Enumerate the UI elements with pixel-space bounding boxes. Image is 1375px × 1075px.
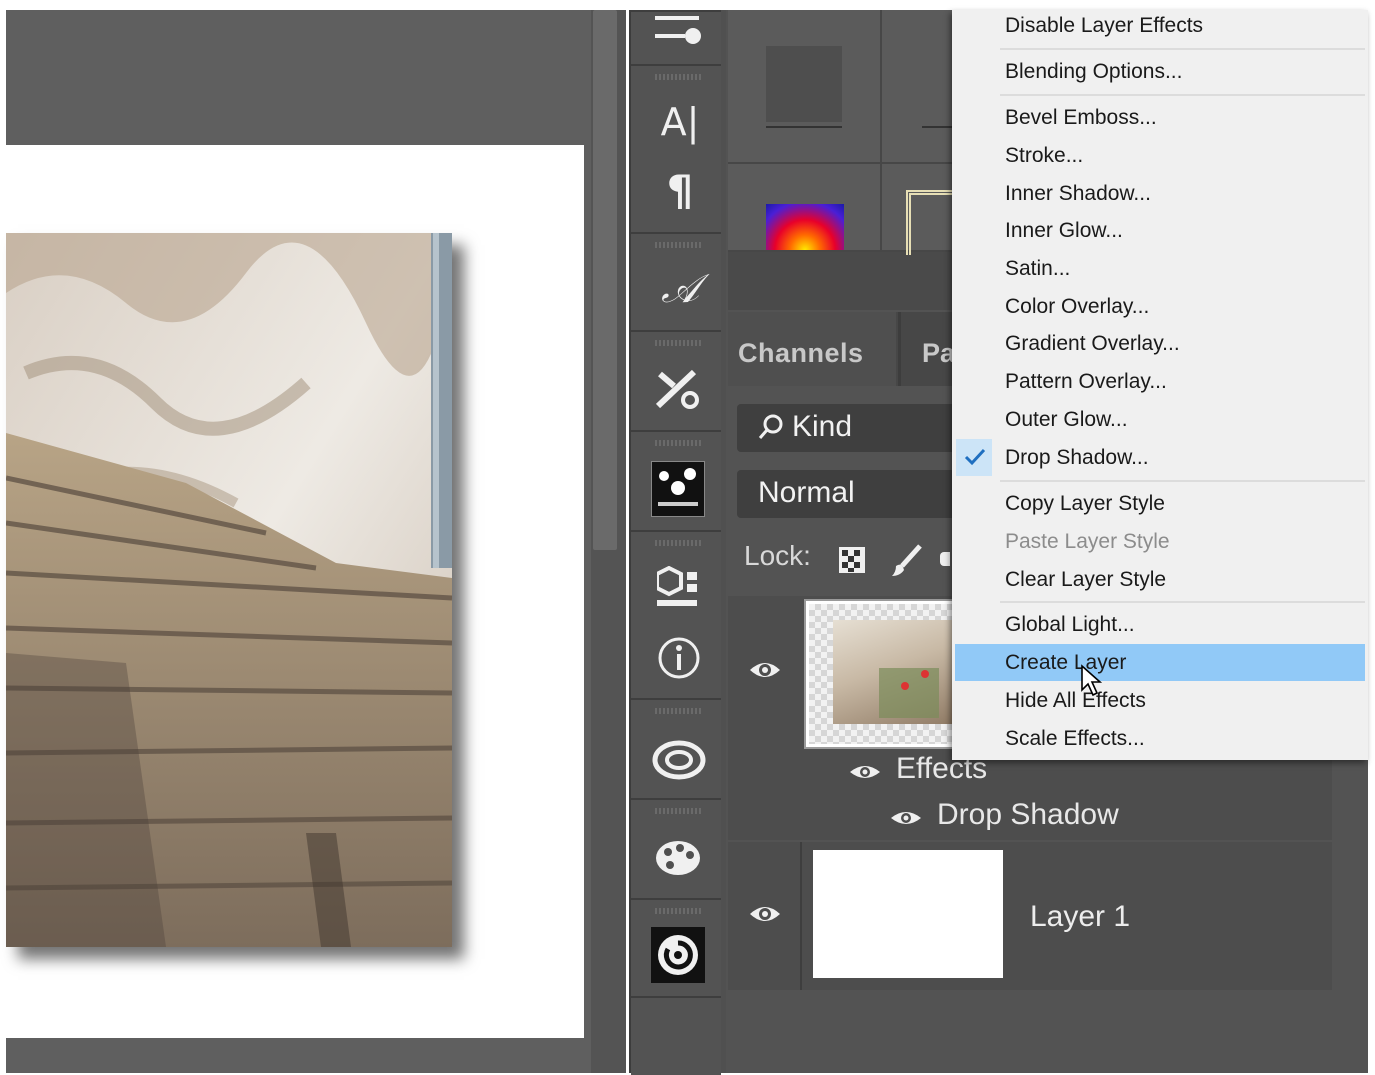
checkmark-icon <box>963 446 987 473</box>
eye-icon[interactable] <box>748 656 782 689</box>
menu-separator <box>1000 601 1365 603</box>
menu-separator <box>1000 480 1365 482</box>
tool-slot-empty <box>631 996 721 1075</box>
menu-separator <box>1000 94 1365 96</box>
menu-item-disable-layer-effects[interactable]: Disable Layer Effects <box>1005 14 1203 38</box>
effects-eye-icon[interactable] <box>848 760 882 789</box>
blend-mode-value: Normal <box>758 476 855 509</box>
canvas-scrollbar-thumb[interactable] <box>593 10 617 550</box>
menu-item-copy-layer-style[interactable]: Copy Layer Style <box>1005 492 1165 516</box>
menu-item-create-layer[interactable]: Create Layer <box>1005 651 1126 675</box>
menu-item-gradient-overlay[interactable]: Gradient Overlay... <box>1005 332 1180 356</box>
menu-separator <box>1000 48 1365 50</box>
panel-grip[interactable] <box>655 74 701 80</box>
spiral-plugin-icon[interactable] <box>651 927 705 983</box>
filter-kind-label: Kind <box>792 410 853 443</box>
character-icon[interactable]: A| <box>650 100 710 144</box>
info-icon[interactable] <box>657 636 701 685</box>
panel-grip[interactable] <box>655 242 701 248</box>
menu-item-hide-all-effects[interactable]: Hide All Effects <box>1005 689 1146 713</box>
photo-layer-image <box>6 233 452 947</box>
menu-item-scale-effects[interactable]: Scale Effects... <box>1005 727 1145 751</box>
menu-item-blending-options[interactable]: Blending Options... <box>1005 60 1182 84</box>
mouse-cursor-icon <box>1080 664 1104 703</box>
drop-shadow-eye-icon[interactable] <box>889 806 923 835</box>
layer-row-divider <box>800 842 802 990</box>
menu-item-color-overlay[interactable]: Color Overlay... <box>1005 295 1149 319</box>
style-swatch-default[interactable] <box>728 10 882 164</box>
panel-grip[interactable] <box>655 440 701 446</box>
tab-divider <box>898 312 901 386</box>
lock-position-icon[interactable] <box>940 552 950 566</box>
layer-thumbnail[interactable] <box>813 850 1003 978</box>
search-icon <box>758 414 784 445</box>
drop-shadow-effect-label[interactable]: Drop Shadow <box>937 798 1119 832</box>
menu-item-paste-layer-style: Paste Layer Style <box>1005 530 1170 553</box>
panel-grip[interactable] <box>655 908 701 914</box>
menu-item-outer-glow[interactable]: Outer Glow... <box>1005 408 1128 432</box>
tab-channels[interactable]: Channels <box>738 338 864 369</box>
menu-item-clear-layer-style[interactable]: Clear Layer Style <box>1005 568 1166 592</box>
lock-transparent-pixels-icon[interactable] <box>838 546 866 579</box>
style-swatch-shadow[interactable] <box>882 10 960 164</box>
menu-item-inner-shadow[interactable]: Inner Shadow... <box>1005 182 1151 206</box>
panel-grip[interactable] <box>655 708 701 714</box>
paragraph-icon[interactable]: ¶ <box>650 166 710 215</box>
panel-grip[interactable] <box>655 808 701 814</box>
tool-presets-icon[interactable] <box>654 366 702 417</box>
layer-thumbnail[interactable] <box>804 599 964 749</box>
adjustments-icon[interactable] <box>655 12 703 53</box>
menu-item-pattern-overlay[interactable]: Pattern Overlay... <box>1005 370 1167 394</box>
panel-grip[interactable] <box>655 540 701 546</box>
eye-icon[interactable] <box>748 900 782 933</box>
layer-name[interactable]: Layer 1 <box>1030 900 1130 934</box>
menu-item-stroke[interactable]: Stroke... <box>1005 144 1083 168</box>
panel-grip[interactable] <box>655 340 701 346</box>
stone-stairs-photo <box>6 233 452 947</box>
lock-image-pixels-icon[interactable] <box>890 542 926 583</box>
plugin-panel-icon[interactable] <box>651 461 705 517</box>
3d-panel-icon[interactable] <box>655 565 701 615</box>
menu-item-inner-glow[interactable]: Inner Glow... <box>1005 219 1123 243</box>
style-swatch-frame[interactable] <box>882 164 961 255</box>
menu-item-bevel-emboss[interactable]: Bevel Emboss... <box>1005 106 1157 130</box>
palette-icon[interactable] <box>654 838 702 883</box>
creative-cloud-libraries-icon[interactable] <box>652 736 706 785</box>
menu-item-satin[interactable]: Satin... <box>1005 257 1070 281</box>
style-swatch-gradient[interactable] <box>728 164 882 252</box>
lock-label: Lock: <box>744 540 811 571</box>
glyphs-icon[interactable]: 𝒜 <box>650 266 710 312</box>
tab-paths[interactable]: Pa <box>922 338 955 369</box>
menu-item-drop-shadow[interactable]: Drop Shadow... <box>1005 446 1149 470</box>
menu-item-global-light[interactable]: Global Light... <box>1005 613 1135 637</box>
